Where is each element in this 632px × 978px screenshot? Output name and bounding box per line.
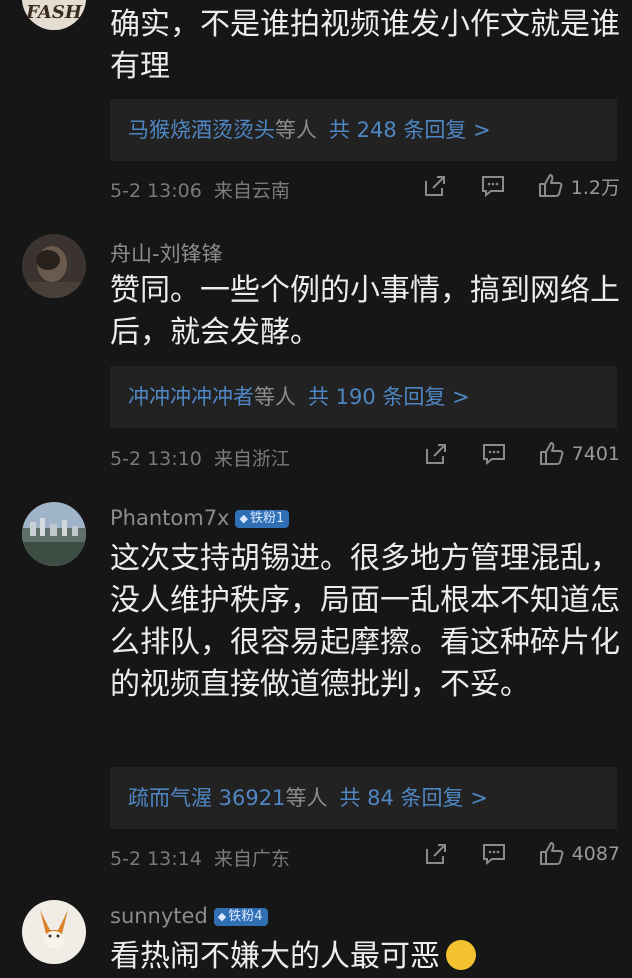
avatar[interactable] xyxy=(22,900,86,964)
avatar-image xyxy=(22,234,86,298)
like-button[interactable]: 1.2万 xyxy=(537,172,620,200)
like-count: 4087 xyxy=(571,843,620,865)
username-text: Phantom7x xyxy=(110,506,230,530)
replies-box[interactable]: 马猴烧酒烫烫头等人共 248 条回复 > xyxy=(110,99,617,161)
reply-count-link[interactable]: 共 84 条回复 > xyxy=(339,786,487,810)
share-icon xyxy=(424,176,445,196)
username[interactable]: Phantom7x ◆ 铁粉1 xyxy=(110,506,290,530)
comment-actions: 4087 xyxy=(422,840,620,868)
comment-actions: 1.2万 xyxy=(421,172,620,200)
fan-badge-label: 铁粉1 xyxy=(249,511,285,526)
share-button[interactable] xyxy=(422,440,450,468)
comment-meta: 5-2 13:10 来自浙江 7401 xyxy=(110,442,620,471)
diamond-icon: ◆ xyxy=(239,512,248,525)
comment-location: 来自广东 xyxy=(213,848,290,870)
fan-badge: ◆ 铁粉1 xyxy=(235,510,290,528)
thumbs-up-icon xyxy=(538,174,563,197)
fan-badge-label: 铁粉4 xyxy=(228,909,263,924)
comment-icon xyxy=(482,844,505,866)
username-text: sunnyted xyxy=(110,904,208,928)
username[interactable]: 舟山-刘锋锋 xyxy=(110,238,223,268)
comment-icon xyxy=(481,176,504,198)
comment-meta: 5-2 13:14 来自广东 4087 xyxy=(110,842,620,871)
thumbs-up-icon xyxy=(539,842,564,865)
comment-button[interactable] xyxy=(480,840,508,868)
reply-etc: 等人 xyxy=(275,118,317,142)
avatar[interactable]: FASH xyxy=(22,0,86,30)
share-button[interactable] xyxy=(422,840,450,868)
comment-date: 5-2 13:14 xyxy=(110,848,202,870)
comment-text: 赞同。一些个例的小事情，搞到网络上后，就会发酵。 xyxy=(110,273,620,350)
comment-actions: 7401 xyxy=(422,440,620,468)
reply-etc: 等人 xyxy=(254,385,296,409)
share-icon xyxy=(425,844,446,864)
replies-box[interactable]: 疏而气渥 36921等人共 84 条回复 > xyxy=(110,767,617,829)
thumbs-up-icon xyxy=(539,442,564,465)
reply-etc: 等人 xyxy=(285,786,328,810)
reply-count-link[interactable]: 共 190 条回复 > xyxy=(308,385,470,409)
comment-date: 5-2 13:10 xyxy=(110,448,202,470)
avatar-logo-text: FASH xyxy=(25,2,83,23)
avatar-image xyxy=(22,900,86,964)
reply-names: 马猴烧酒烫烫头 xyxy=(128,118,275,142)
comment-icon xyxy=(482,444,505,466)
like-count: 7401 xyxy=(571,443,620,465)
diamond-icon: ◆ xyxy=(217,910,227,923)
fan-badge: ◆ 铁粉4 xyxy=(213,908,268,926)
comment-location: 来自云南 xyxy=(213,180,290,202)
avatar-image xyxy=(22,502,86,566)
reply-names: 疏而气渥 36921 xyxy=(128,786,286,810)
like-button[interactable]: 7401 xyxy=(538,440,620,468)
replies-box[interactable]: 冲冲冲冲冲者等人共 190 条回复 > xyxy=(110,366,617,428)
avatar-image: FASH xyxy=(22,0,86,30)
thinking-emoji-icon xyxy=(446,940,476,970)
reply-count-link[interactable]: 共 248 条回复 > xyxy=(329,118,491,142)
comment-location: 来自浙江 xyxy=(213,448,290,470)
reply-names: 冲冲冲冲冲者 xyxy=(128,385,254,409)
comment-text: 确实，不是谁拍视频谁发小作文就是谁有理 xyxy=(110,7,620,84)
share-button[interactable] xyxy=(421,172,449,200)
share-icon xyxy=(425,444,446,464)
avatar[interactable] xyxy=(22,502,86,566)
comment-button[interactable] xyxy=(480,440,508,468)
comment-button[interactable] xyxy=(479,172,507,200)
avatar[interactable] xyxy=(22,234,86,298)
username[interactable]: sunnyted ◆ 铁粉4 xyxy=(110,904,268,928)
like-count: 1.2万 xyxy=(570,176,620,199)
comment-date: 5-2 13:06 xyxy=(110,180,202,202)
comment-meta: 5-2 13:06 来自云南 1.2万 xyxy=(110,174,620,203)
comment-text: 这次支持胡锡进。很多地方管理混乱，没人维护秩序，局面一乱根本不知道怎么排队，很容… xyxy=(110,541,620,702)
comment-text-body: 看热闹不嫌大的人最可恶 xyxy=(110,939,440,974)
like-button[interactable]: 4087 xyxy=(538,840,620,868)
comment-text: 看热闹不嫌大的人最可恶 xyxy=(110,936,620,978)
